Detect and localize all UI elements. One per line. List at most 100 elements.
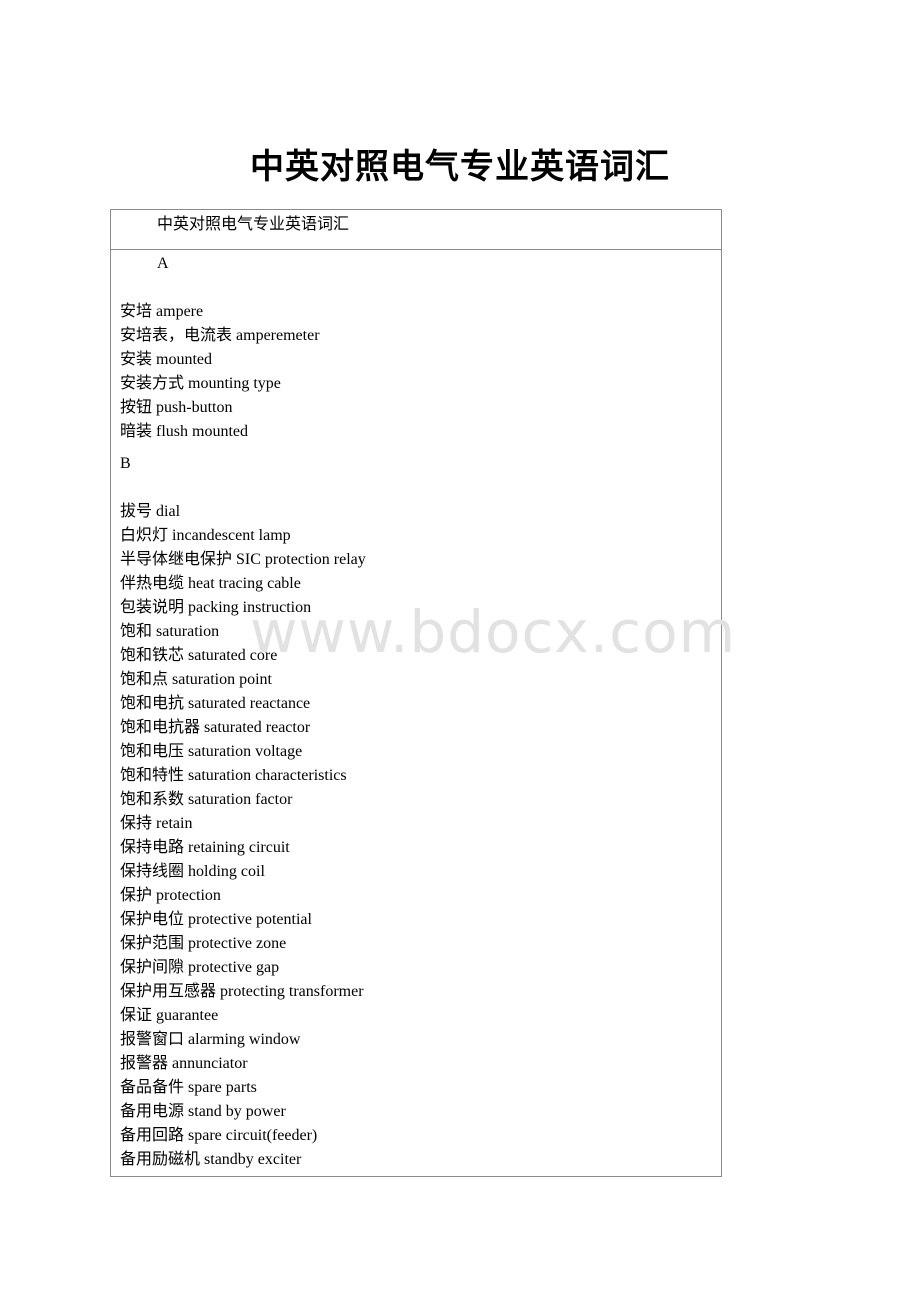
entry-english-term: dial — [156, 503, 181, 520]
entry-chinese-term: 安培表，电流表 — [120, 327, 233, 344]
glossary-entry: 安装 mounted — [120, 348, 721, 372]
glossary-entry: 饱和点 saturation point — [120, 668, 721, 692]
entry-chinese-term: 保护范围 — [120, 935, 185, 952]
entry-chinese-term: 报警窗口 — [120, 1031, 185, 1048]
entry-english-term: protection — [156, 887, 221, 904]
entry-english-term: saturated reactance — [188, 695, 311, 712]
entry-english-term: heat tracing cable — [188, 575, 301, 592]
entry-chinese-term: 备用电源 — [120, 1103, 185, 1120]
glossary-entry: 饱和 saturation — [120, 620, 721, 644]
glossary-entry: 保护范围 protective zone — [120, 932, 721, 956]
entry-chinese-term: 伴热电缆 — [120, 575, 185, 592]
entry-chinese-term: 饱和电压 — [120, 743, 185, 760]
glossary-entry: 保护间隙 protective gap — [120, 956, 721, 980]
entry-chinese-term: 饱和点 — [120, 671, 169, 688]
entry-chinese-term: 保证 — [120, 1007, 153, 1024]
entry-english-term: saturated reactor — [204, 719, 311, 736]
section-a-entries: 安培 ampere 安培表，电流表 amperemeter 安装 mounted 安装… — [120, 300, 721, 444]
entry-english-term: spare circuit(feeder) — [188, 1127, 318, 1144]
entry-chinese-term: 保护用互感器 — [120, 983, 217, 1000]
entry-english-term: saturation — [156, 623, 220, 640]
entry-chinese-term: 保护间隙 — [120, 959, 185, 976]
glossary-entry: 安装方式 mounting type — [120, 372, 721, 396]
entry-english-term: annunciator — [172, 1055, 248, 1072]
entry-chinese-term: 安装 — [120, 351, 153, 368]
entry-chinese-term: 拔号 — [120, 503, 153, 520]
entry-chinese-term: 保持线圈 — [120, 863, 185, 880]
entry-english-term: retain — [156, 815, 193, 832]
glossary-entry: 备品备件 spare parts — [120, 1076, 721, 1100]
entry-english-term: mounting type — [188, 375, 281, 392]
entry-english-term: saturation characteristics — [188, 767, 347, 784]
entry-english-term: SIC protection relay — [236, 551, 366, 568]
entry-english-term: protective gap — [188, 959, 280, 976]
entry-chinese-term: 白炽灯 — [120, 527, 169, 544]
entry-english-term: guarantee — [156, 1007, 219, 1024]
entry-english-term: protective zone — [188, 935, 287, 952]
entry-english-term: holding coil — [188, 863, 265, 880]
entry-chinese-term: 半导体继电保护 — [120, 551, 233, 568]
section-b-entries: 拔号 dial 白炽灯 incandescent lamp 半导体继电保护 SIC … — [120, 500, 721, 1172]
entry-english-term: incandescent lamp — [172, 527, 291, 544]
entry-chinese-term: 安培 — [120, 303, 153, 320]
section-letter-b: B — [120, 455, 131, 472]
entry-chinese-term: 饱和电抗器 — [120, 719, 201, 736]
table-header-cell: 中英对照电气专业英语词汇 — [111, 210, 721, 250]
glossary-entry: 保护电位 protective potential — [120, 908, 721, 932]
glossary-entry: 保持 retain — [120, 812, 721, 836]
entry-chinese-term: 饱和特性 — [120, 767, 185, 784]
entry-english-term: mounted — [156, 351, 213, 368]
entry-chinese-term: 按钮 — [120, 399, 153, 416]
glossary-entry: 报警器 annunciator — [120, 1052, 721, 1076]
entry-chinese-term: 保持 — [120, 815, 153, 832]
entry-chinese-term: 饱和铁芯 — [120, 647, 185, 664]
entry-english-term: protecting transformer — [220, 983, 364, 1000]
glossary-entry: 白炽灯 incandescent lamp — [120, 524, 721, 548]
glossary-entry: 安培 ampere — [120, 300, 721, 324]
entry-english-term: packing instruction — [188, 599, 312, 616]
entry-english-term: retaining circuit — [188, 839, 290, 856]
entry-chinese-term: 包装说明 — [120, 599, 185, 616]
glossary-entry: 保持电路 retaining circuit — [120, 836, 721, 860]
entry-english-term: stand by power — [188, 1103, 286, 1120]
entry-english-term: protective potential — [188, 911, 312, 928]
glossary-entry: 备用电源 stand by power — [120, 1100, 721, 1124]
entry-english-term: saturated core — [188, 647, 278, 664]
glossary-entry: 饱和电压 saturation voltage — [120, 740, 721, 764]
glossary-table: 中英对照电气专业英语词汇 A 安培 ampere 安培表，电流表 ampereme… — [110, 209, 722, 1177]
entry-english-term: saturation voltage — [188, 743, 303, 760]
glossary-entry: 包装说明 packing instruction — [120, 596, 721, 620]
entry-chinese-term: 暗装 — [120, 423, 153, 440]
entry-english-term: push-button — [156, 399, 233, 416]
glossary-entry: 安培表，电流表 amperemeter — [120, 324, 721, 348]
entry-chinese-term: 备用回路 — [120, 1127, 185, 1144]
glossary-entry: 饱和电抗 saturated reactance — [120, 692, 721, 716]
glossary-entry: 暗装 flush mounted — [120, 420, 721, 444]
entry-chinese-term: 保持电路 — [120, 839, 185, 856]
entry-chinese-term: 备用励磁机 — [120, 1151, 201, 1168]
glossary-entry: 饱和铁芯 saturated core — [120, 644, 721, 668]
glossary-entry: 饱和系数 saturation factor — [120, 788, 721, 812]
entry-english-term: spare parts — [188, 1079, 257, 1096]
entry-english-term: saturation point — [172, 671, 272, 688]
glossary-entry: 保护 protection — [120, 884, 721, 908]
entry-english-term: standby exciter — [204, 1151, 302, 1168]
glossary-entry: 饱和电抗器 saturated reactor — [120, 716, 721, 740]
glossary-entry: 报警窗口 alarming window — [120, 1028, 721, 1052]
glossary-entry: 按钮 push-button — [120, 396, 721, 420]
glossary-entry: 保证 guarantee — [120, 1004, 721, 1028]
glossary-entry: 备用回路 spare circuit(feeder) — [120, 1124, 721, 1148]
glossary-entry: 备用励磁机 standby exciter — [120, 1148, 721, 1172]
entry-chinese-term: 安装方式 — [120, 375, 185, 392]
entry-chinese-term: 饱和 — [120, 623, 153, 640]
glossary-entry: 伴热电缆 heat tracing cable — [120, 572, 721, 596]
table-body-cell: A 安培 ampere 安培表，电流表 amperemeter 安装 mounted… — [111, 250, 721, 1176]
entry-english-term: amperemeter — [236, 327, 320, 344]
glossary-entry: 半导体继电保护 SIC protection relay — [120, 548, 721, 572]
entry-english-term: saturation factor — [188, 791, 293, 808]
entry-chinese-term: 保护电位 — [120, 911, 185, 928]
document-title: 中英对照电气专业英语词汇 — [250, 147, 670, 187]
entry-chinese-term: 饱和电抗 — [120, 695, 185, 712]
